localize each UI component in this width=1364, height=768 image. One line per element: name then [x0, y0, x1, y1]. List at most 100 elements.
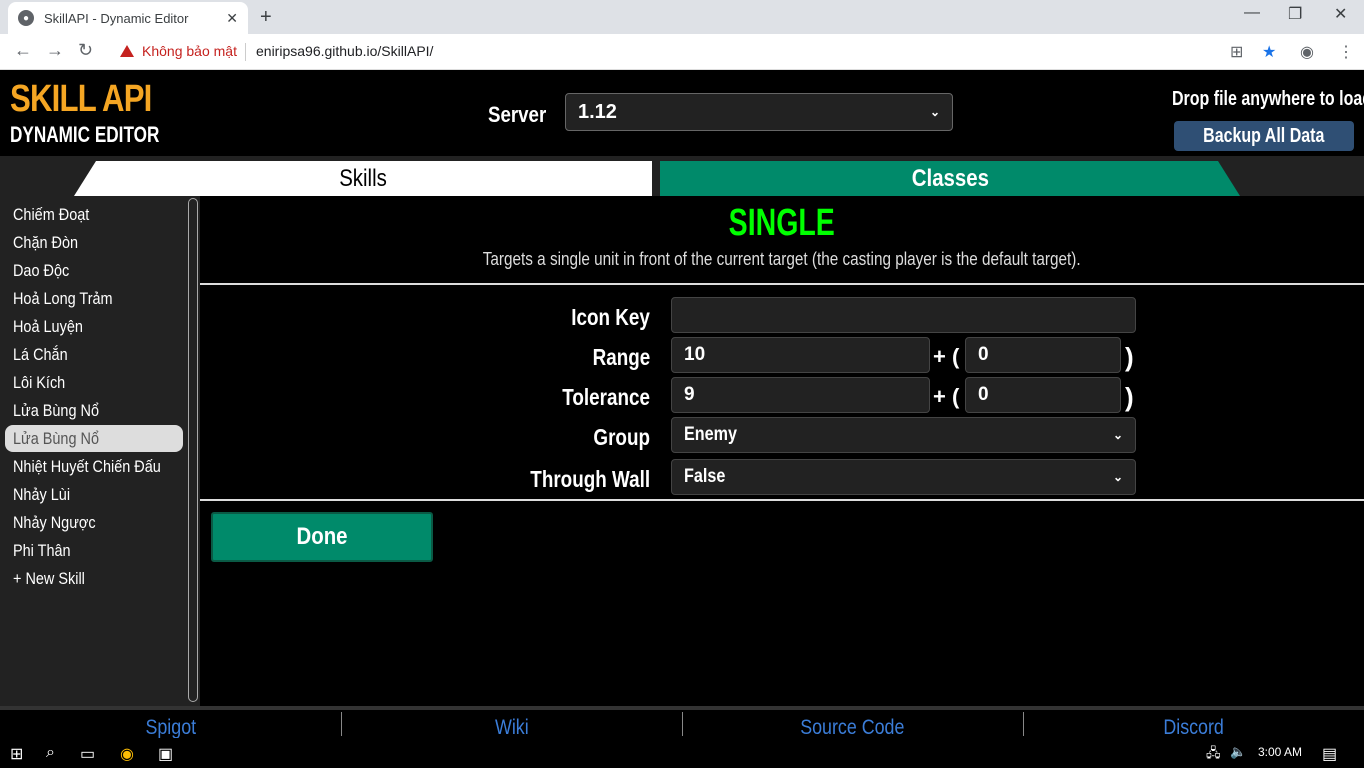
skill-label: Lửa Bùng Nổ [13, 428, 99, 448]
component-description-text: Targets a single unit in front of the cu… [483, 249, 1081, 269]
skill-list-item-active[interactable]: Lửa Bùng Nổ [5, 425, 183, 452]
terminal-icon[interactable]: ▣ [158, 744, 173, 764]
minimize-icon[interactable]: — [1244, 4, 1260, 22]
notification-icon[interactable]: ▤ [1322, 744, 1337, 764]
forward-icon[interactable]: → [46, 40, 64, 61]
chevron-down-icon: ⌄ [1112, 470, 1123, 484]
group-select[interactable]: Enemy ⌄ [671, 417, 1136, 453]
logo-title: SKILL API [10, 78, 152, 120]
reload-icon[interactable]: ↻ [78, 40, 93, 61]
tolerance-plus-paren: + ( [933, 384, 960, 409]
tolerance-close-paren: ) [1125, 382, 1134, 412]
range-plus-paren: + ( [933, 344, 960, 369]
editor-tabs: Skills Classes [0, 156, 1364, 196]
maximize-icon[interactable]: ❐ [1288, 4, 1302, 24]
tolerance-scale-input[interactable]: 0 [965, 377, 1121, 413]
skill-list-item[interactable]: Chặn Đòn [5, 229, 183, 256]
skill-list-item[interactable]: Chiếm Đoạt [5, 201, 183, 228]
range-close-paren: ) [1125, 342, 1134, 372]
browser-tab[interactable]: ● SkillAPI - Dynamic Editor ✕ [8, 2, 248, 34]
skill-label: Chiếm Đoạt [13, 204, 90, 224]
profile-icon[interactable]: ◉ [1300, 42, 1314, 62]
browser-tab-bar: ● SkillAPI - Dynamic Editor ✕ + — ❐ ✕ [0, 0, 1364, 34]
search-icon[interactable]: ⌕ [46, 744, 55, 762]
app-header: SKILL API DYNAMIC EDITOR Server 1.12 ⌄ D… [0, 70, 1364, 160]
task-view-icon[interactable]: ▭ [80, 744, 95, 764]
star-icon[interactable]: ★ [1262, 42, 1276, 62]
skill-list-item[interactable]: Nhảy Ngược [5, 509, 183, 536]
os-taskbar: ⊞ ⌕ ▭ ◉ ▣ 🖧 🔈 3:00 AM ▤ [0, 738, 1364, 768]
skill-label: Phi Thân [13, 540, 71, 560]
done-button[interactable]: Done [211, 512, 433, 562]
tab-skills[interactable]: Skills [74, 161, 652, 196]
logo-subtitle: DYNAMIC EDITOR [10, 122, 160, 147]
icon-key-label: Icon Key [571, 304, 650, 330]
globe-icon: ● [18, 10, 34, 26]
tab-classes[interactable]: Classes [660, 161, 1240, 196]
back-icon[interactable]: ← [14, 40, 32, 61]
clock[interactable]: 3:00 AM [1258, 745, 1302, 759]
chevron-down-icon: ⌄ [929, 105, 940, 119]
through-wall-select[interactable]: False ⌄ [671, 459, 1136, 495]
backup-label: Backup All Data [1203, 124, 1325, 147]
component-title: SINGLE [200, 202, 1364, 245]
close-window-icon[interactable]: ✕ [1334, 4, 1347, 24]
footer-link-source-code[interactable]: Source Code [682, 716, 1023, 740]
through-wall-value: False [684, 466, 726, 487]
skill-label: Lửa Bùng Nổ [13, 400, 99, 420]
done-label: Done [296, 523, 348, 550]
tab-skills-label: Skills [339, 164, 387, 192]
skill-list-item[interactable]: Lôi Kích [5, 369, 183, 396]
footer-link-wiki[interactable]: Wiki [341, 716, 682, 740]
backup-all-data-button[interactable]: Backup All Data [1174, 121, 1354, 151]
group-label: Group [593, 424, 650, 450]
component-description: Targets a single unit in front of the cu… [200, 249, 1364, 270]
footer-link-spigot[interactable]: Spigot [0, 716, 341, 740]
close-tab-icon[interactable]: ✕ [226, 10, 238, 27]
skill-label: Nhảy Ngược [13, 512, 96, 532]
network-icon[interactable]: 🖧 [1206, 744, 1221, 766]
component-title-text: SINGLE [728, 202, 836, 244]
volume-icon[interactable]: 🔈 [1230, 744, 1246, 760]
skill-list-item[interactable]: Lá Chắn [5, 341, 183, 368]
footer-links: Spigot Wiki Source Code Discord [0, 706, 1364, 740]
chrome-icon[interactable]: ◉ [120, 744, 134, 764]
security-warning[interactable]: Không bảo mật [120, 43, 237, 59]
address-separator [245, 43, 246, 61]
new-tab-button[interactable]: + [260, 6, 272, 29]
translate-icon[interactable]: ⊞ [1230, 42, 1243, 62]
footer-link-discord[interactable]: Discord [1023, 716, 1364, 740]
warning-icon [120, 45, 134, 57]
skill-label: Chặn Đòn [13, 232, 79, 252]
skill-list-item[interactable]: Hoả Luyện [5, 313, 183, 340]
tab-classes-label: Classes [911, 164, 989, 192]
skill-list-item[interactable]: Nhảy Lùi [5, 481, 183, 508]
skill-label: Hoả Luyện [13, 316, 83, 336]
url-input[interactable]: eniripsa96.github.io/SkillAPI/ [256, 43, 433, 59]
drop-file-hint: Drop file anywhere to load [1172, 88, 1364, 110]
skill-list-item[interactable]: Phi Thân [5, 537, 183, 564]
skill-list-item[interactable]: Hoả Long Trảm [5, 285, 183, 312]
skill-label: Dao Độc [13, 260, 70, 280]
server-select[interactable]: 1.12 ⌄ [565, 93, 953, 131]
browser-tab-title: SkillAPI - Dynamic Editor [44, 10, 189, 26]
menu-icon[interactable]: ⋮ [1338, 42, 1354, 62]
skill-list-item[interactable]: Dao Độc [5, 257, 183, 284]
server-label: Server [488, 102, 547, 127]
icon-key-input[interactable] [671, 297, 1136, 333]
group-value: Enemy [684, 424, 737, 445]
skill-label: Hoả Long Trảm [13, 288, 113, 308]
skill-list-item[interactable]: Lửa Bùng Nổ [5, 397, 183, 424]
tolerance-base-input[interactable]: 9 [671, 377, 930, 413]
skill-label: Nhiệt Huyết Chiến Đấu [13, 456, 161, 476]
range-scale-input[interactable]: 0 [965, 337, 1121, 373]
server-value: 1.12 [578, 100, 617, 123]
sidebar-scrollbar[interactable] [188, 198, 198, 702]
security-label: Không bảo mật [142, 43, 237, 59]
new-skill-button[interactable]: + New Skill [5, 565, 183, 592]
windows-start-icon[interactable]: ⊞ [10, 744, 23, 764]
skill-list-sidebar: Chiếm Đoạt Chặn Đòn Dao Độc Hoả Long Trả… [0, 196, 200, 706]
range-base-input[interactable]: 10 [671, 337, 930, 373]
skill-list-item[interactable]: Nhiệt Huyết Chiến Đấu [5, 453, 183, 480]
through-wall-label: Through Wall [530, 466, 650, 492]
